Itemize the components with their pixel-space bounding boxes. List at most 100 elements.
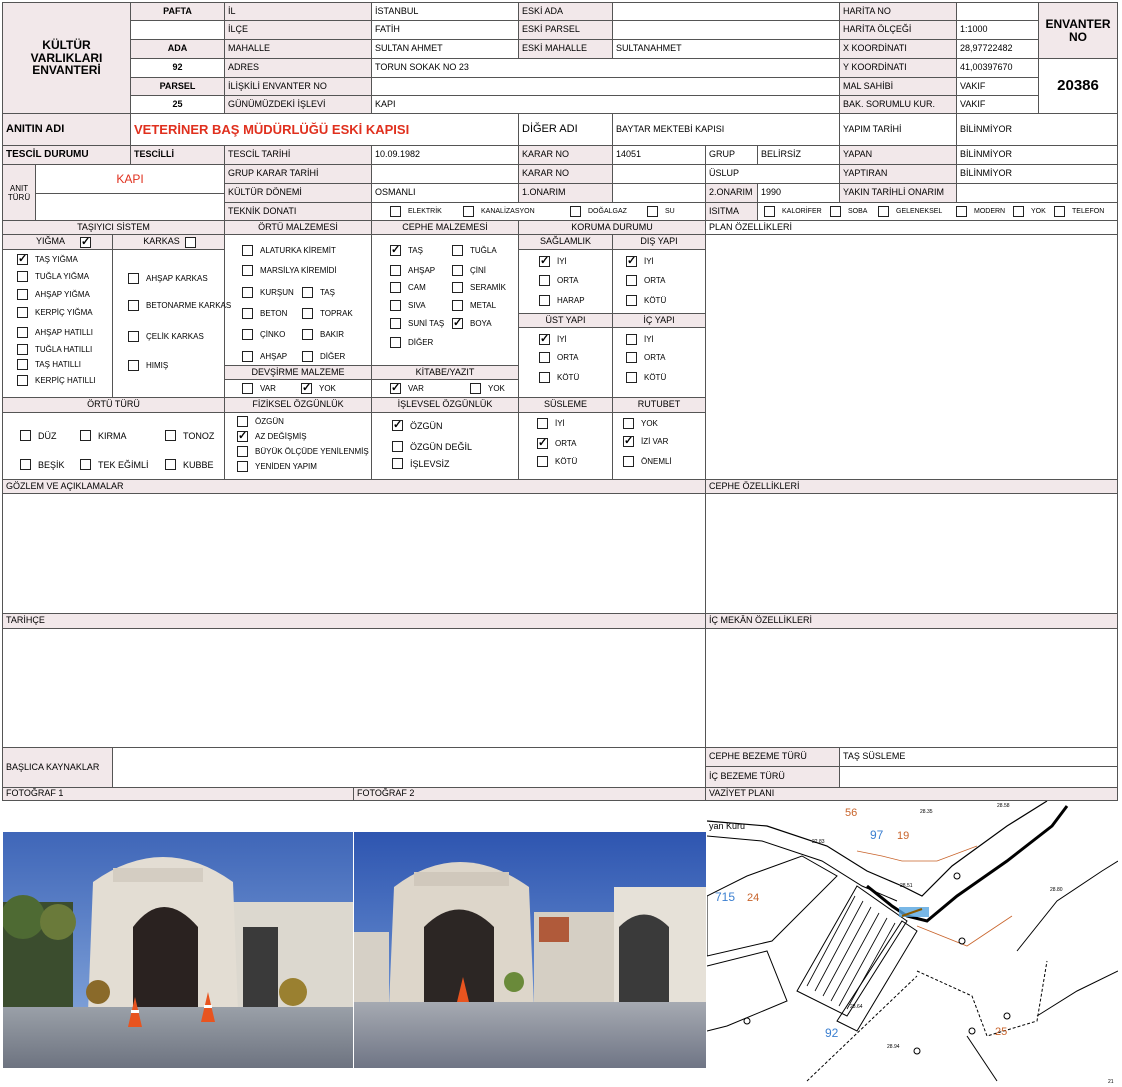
- cephe-0-checkbox[interactable]: [390, 245, 401, 256]
- islevsel-2-checkbox[interactable]: [392, 458, 403, 469]
- susleme-0-checkbox[interactable]: [537, 418, 548, 429]
- isitma-1-checkbox[interactable]: [830, 206, 841, 217]
- isitma-4-checkbox[interactable]: [1013, 206, 1024, 217]
- fiziksel-3-checkbox[interactable]: [237, 461, 248, 472]
- ust-yapi-2-checkbox[interactable]: [539, 372, 550, 383]
- dis-yapi-0-label: İYİ: [644, 257, 654, 266]
- ortu-8-checkbox[interactable]: [242, 351, 253, 362]
- rutubet-0-checkbox[interactable]: [623, 418, 634, 429]
- cephe-9-checkbox[interactable]: [452, 318, 463, 329]
- ortu-1-checkbox[interactable]: [242, 265, 253, 276]
- ust-yapi-1-checkbox[interactable]: [539, 352, 550, 363]
- gozlem-body[interactable]: [2, 494, 706, 614]
- yigma-3-checkbox[interactable]: [17, 307, 28, 318]
- donati-3-checkbox[interactable]: [647, 206, 658, 217]
- onarim1-value: [613, 184, 706, 203]
- cephe-8-checkbox[interactable]: [390, 318, 401, 329]
- yigma-2-checkbox[interactable]: [17, 289, 28, 300]
- dis-yapi-0-checkbox[interactable]: [626, 256, 637, 267]
- ortu-4-checkbox[interactable]: [242, 308, 253, 319]
- yigma-6-checkbox[interactable]: [17, 359, 28, 370]
- ic-yapi-1-checkbox[interactable]: [626, 352, 637, 363]
- fiziksel-0-checkbox[interactable]: [237, 416, 248, 427]
- donati-0-checkbox[interactable]: [390, 206, 401, 217]
- ortu-turu-0-checkbox[interactable]: [20, 430, 31, 441]
- ortu-turu-3-checkbox[interactable]: [20, 459, 31, 470]
- saglamlik-0-checkbox[interactable]: [539, 256, 550, 267]
- ortu-turu-2-checkbox[interactable]: [165, 430, 176, 441]
- ortu-3-checkbox[interactable]: [302, 287, 313, 298]
- rutubet-1-checkbox[interactable]: [623, 436, 634, 447]
- cephe-1-checkbox[interactable]: [452, 245, 463, 256]
- ortu-2-checkbox[interactable]: [242, 287, 253, 298]
- ortu-7-checkbox[interactable]: [302, 329, 313, 340]
- isitma-5-checkbox[interactable]: [1054, 206, 1065, 217]
- onarim2-label: 2.ONARIM: [706, 184, 758, 203]
- kaynaklar-body[interactable]: [113, 748, 706, 788]
- karkas-0-checkbox[interactable]: [128, 273, 139, 284]
- karkas-1-checkbox[interactable]: [128, 300, 139, 311]
- ic-mekan-header: İÇ MEKÂN ÖZELLİKLERİ: [706, 614, 1118, 629]
- kitabe-1-label: YOK: [488, 384, 505, 393]
- cephe-2-checkbox[interactable]: [390, 265, 401, 276]
- dis-yapi-2-checkbox[interactable]: [626, 295, 637, 306]
- karkas-2-checkbox[interactable]: [128, 331, 139, 342]
- isitma-3-checkbox[interactable]: [956, 206, 967, 217]
- ust-yapi-0-checkbox[interactable]: [539, 334, 550, 345]
- ic-yapi-0-checkbox[interactable]: [626, 334, 637, 345]
- il-value: İSTANBUL: [372, 2, 519, 21]
- plan-body: [706, 235, 1118, 480]
- ic-yapi-2-checkbox[interactable]: [626, 372, 637, 383]
- susleme-2-checkbox[interactable]: [537, 456, 548, 467]
- cephe-7-checkbox[interactable]: [452, 300, 463, 311]
- ic-mekan-body[interactable]: [706, 629, 1118, 748]
- cephe-1-label: TUĞLA: [470, 246, 497, 255]
- cephe-6-checkbox[interactable]: [390, 300, 401, 311]
- kitabe-1-checkbox[interactable]: [470, 383, 481, 394]
- yigma-0-checkbox[interactable]: [17, 254, 28, 265]
- fiziksel-2-checkbox[interactable]: [237, 446, 248, 457]
- rutubet-2-checkbox[interactable]: [623, 456, 634, 467]
- ortu-6-checkbox[interactable]: [242, 329, 253, 340]
- ortu-0-checkbox[interactable]: [242, 245, 253, 256]
- cephe-7-label: METAL: [470, 301, 497, 310]
- cephe-3-checkbox[interactable]: [452, 265, 463, 276]
- isitma-2-label: GELENEKSEL: [896, 208, 943, 215]
- susleme-1-checkbox[interactable]: [537, 438, 548, 449]
- fiziksel-1-checkbox[interactable]: [237, 431, 248, 442]
- dis-yapi-1-checkbox[interactable]: [626, 275, 637, 286]
- islevsel-1-checkbox[interactable]: [392, 441, 403, 452]
- isitma-1-label: SOBA: [848, 208, 868, 215]
- donati-1-checkbox[interactable]: [463, 206, 474, 217]
- saglamlik-1-checkbox[interactable]: [539, 275, 550, 286]
- cephe-5-checkbox[interactable]: [452, 282, 463, 293]
- eski-parsel-value: [613, 21, 840, 40]
- cephe-10-checkbox[interactable]: [390, 337, 401, 348]
- yigma-header-checkbox[interactable]: [80, 237, 91, 248]
- tarihce-body[interactable]: [2, 629, 706, 748]
- isitma-0-checkbox[interactable]: [764, 206, 775, 217]
- ortu-9-checkbox[interactable]: [302, 351, 313, 362]
- yigma-1-checkbox[interactable]: [17, 271, 28, 282]
- cephe-oz-body[interactable]: [706, 494, 1118, 614]
- yigma-5-checkbox[interactable]: [17, 344, 28, 355]
- islevsel-0-checkbox[interactable]: [392, 420, 403, 431]
- koruma-header: KORUMA DURUMU: [519, 221, 706, 235]
- isitma-5-label: TELEFON: [1072, 208, 1105, 215]
- devsirme-0-checkbox[interactable]: [242, 383, 253, 394]
- ortu-turu-4-checkbox[interactable]: [80, 459, 91, 470]
- saglamlik-2-checkbox[interactable]: [539, 295, 550, 306]
- ortu-turu-5-checkbox[interactable]: [165, 459, 176, 470]
- ortu-5-checkbox[interactable]: [302, 308, 313, 319]
- yigma-4-checkbox[interactable]: [17, 327, 28, 338]
- isitma-2-checkbox[interactable]: [878, 206, 889, 217]
- karkas-3-checkbox[interactable]: [128, 360, 139, 371]
- devsirme-1-checkbox[interactable]: [301, 383, 312, 394]
- cephe-4-checkbox[interactable]: [390, 282, 401, 293]
- kitabe-0-checkbox[interactable]: [390, 383, 401, 394]
- ortu-turu-1-checkbox[interactable]: [80, 430, 91, 441]
- karkas-header-checkbox[interactable]: [185, 237, 196, 248]
- saglamlik-header: SAĞLAMLIK: [519, 235, 613, 250]
- yigma-7-checkbox[interactable]: [17, 375, 28, 386]
- donati-2-checkbox[interactable]: [570, 206, 581, 217]
